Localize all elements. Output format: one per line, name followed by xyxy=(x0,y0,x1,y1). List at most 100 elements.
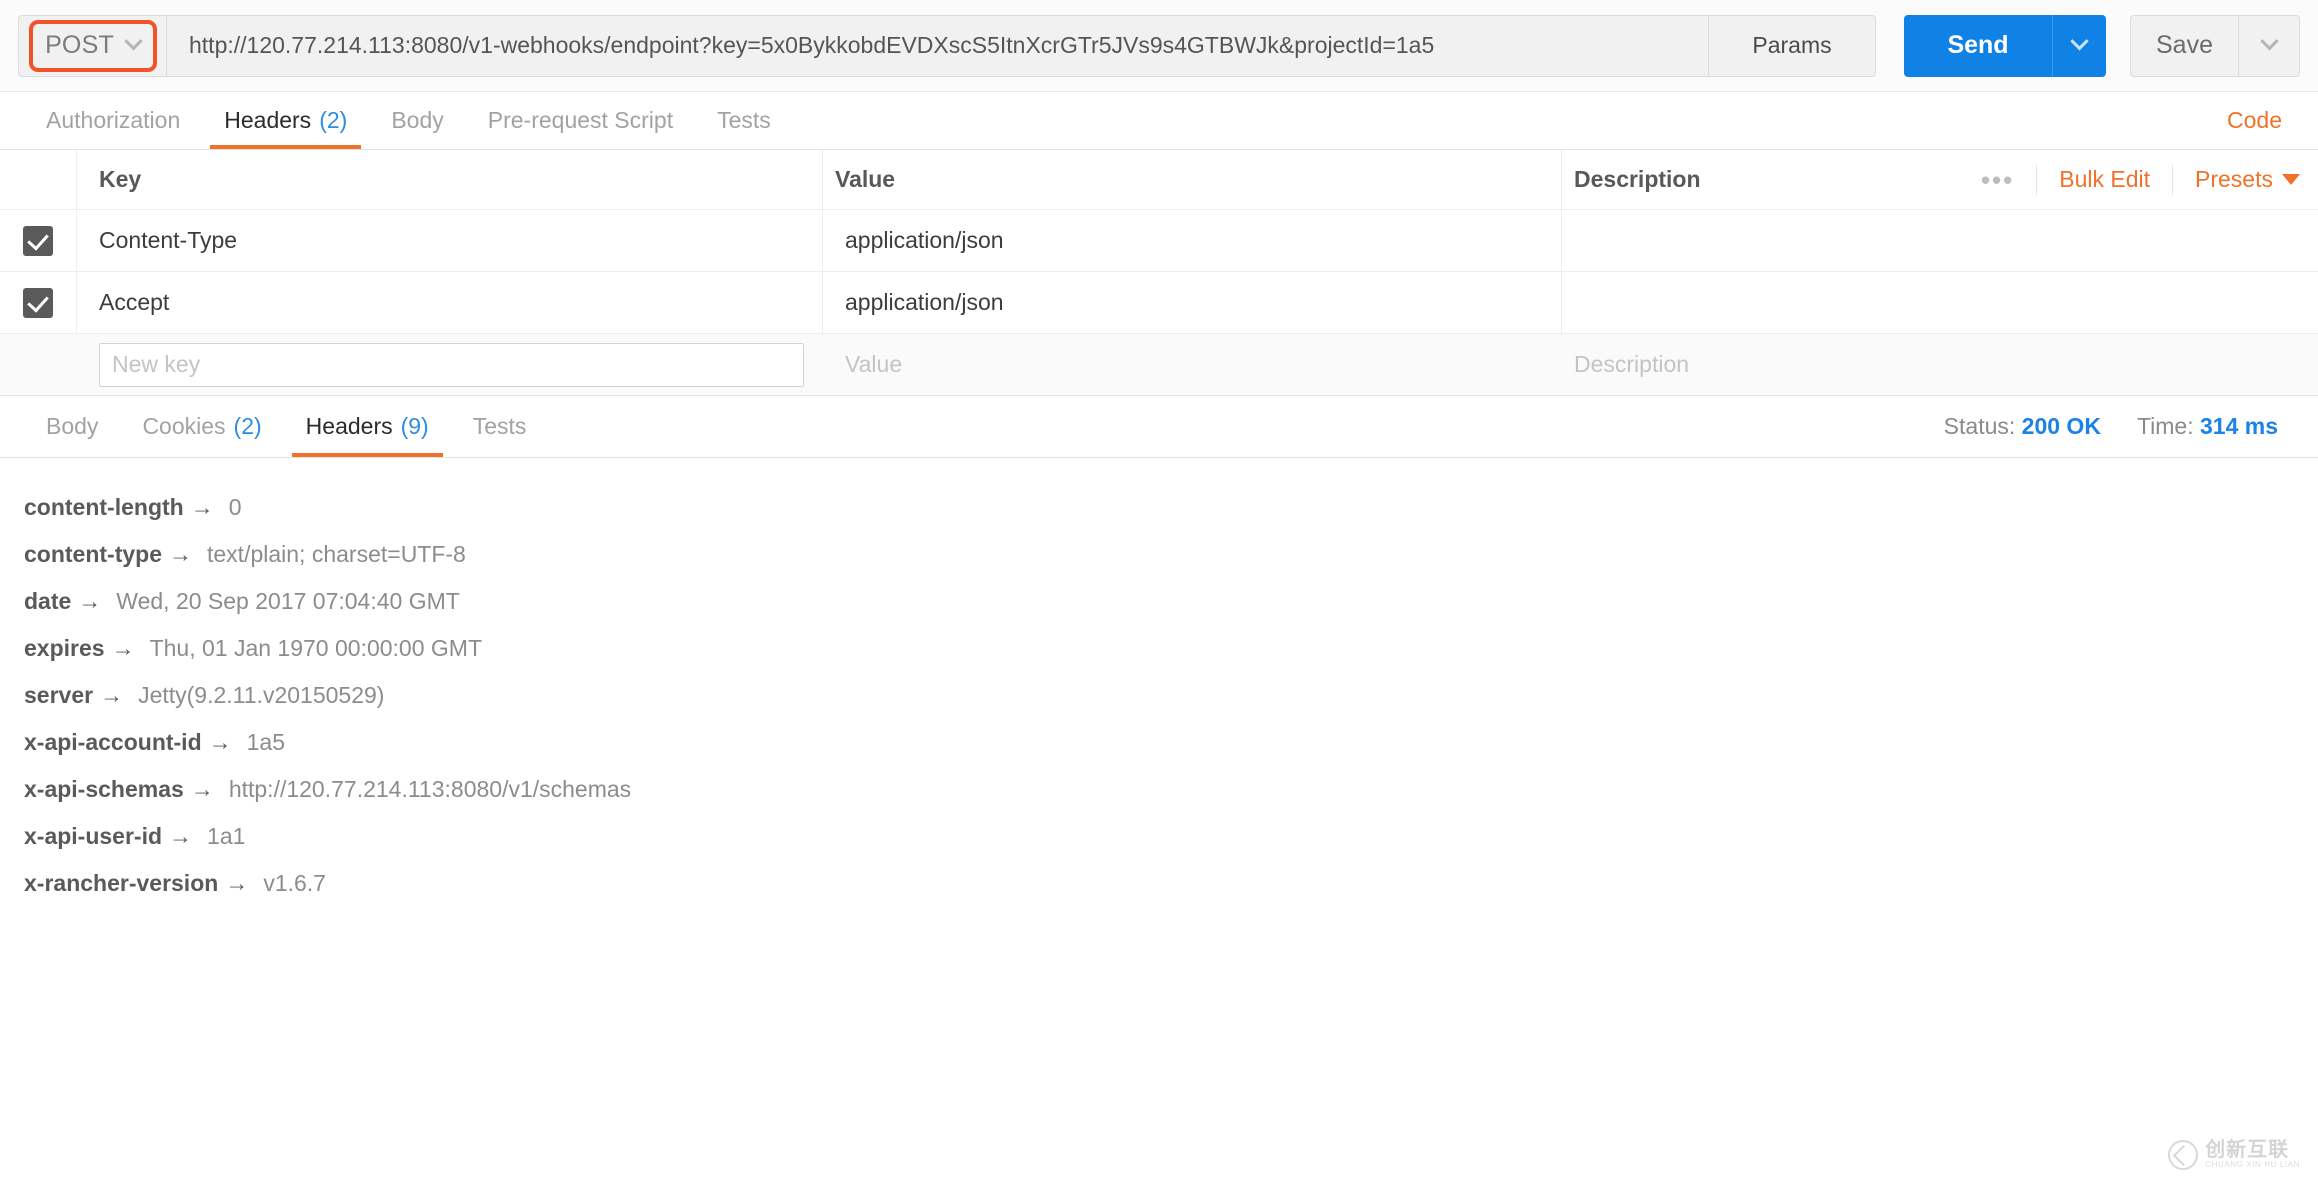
response-header-name: expires xyxy=(24,635,105,661)
send-button[interactable]: Send xyxy=(1904,14,2052,77)
status-group: Status: 200 OK xyxy=(1944,413,2101,440)
tab-label: Cookies xyxy=(142,413,226,439)
status-badge: 200 OK xyxy=(2021,413,2101,439)
header-value-cell[interactable]: application/json xyxy=(823,210,1562,271)
header-value-text: application/json xyxy=(845,289,1004,315)
watermark: 创新互联 CHUANG XIN HU LIAN xyxy=(2168,1140,2300,1170)
response-header-name: date xyxy=(24,588,72,614)
tab-tests[interactable]: Tests xyxy=(695,92,793,149)
code-link[interactable]: Code xyxy=(2227,92,2294,149)
tab-label: Headers xyxy=(305,413,393,439)
presets-dropdown[interactable]: Presets xyxy=(2173,165,2304,195)
tab-authorization[interactable]: Authorization xyxy=(24,92,202,149)
row-checkbox-cell[interactable] xyxy=(0,210,77,271)
more-options-icon[interactable]: ••• xyxy=(1959,164,2038,195)
new-header-row: New key Value Description xyxy=(0,334,2318,396)
response-tab-body[interactable]: Body xyxy=(24,396,120,457)
new-description-placeholder: Description xyxy=(1574,351,1690,377)
header-description-cell[interactable] xyxy=(1562,210,2318,271)
response-header-value: http://120.77.214.113:8080/v1/schemas xyxy=(228,776,632,802)
new-key-cell: New key xyxy=(77,334,823,395)
request-tab-bar: Authorization Headers (2) Body Pre-reque… xyxy=(0,92,2318,150)
save-button-group: Save xyxy=(2130,14,2300,77)
arrow-right-icon: → xyxy=(111,635,135,661)
checkbox-checked-icon[interactable] xyxy=(23,225,53,256)
new-key-input[interactable]: New key xyxy=(99,342,804,387)
tab-label: Tests xyxy=(717,107,771,133)
response-header-value: Thu, 01 Jan 1970 00:00:00 GMT xyxy=(149,635,482,661)
list-item: x-api-user-id → 1a1 xyxy=(24,823,2318,870)
list-item: server → Jetty(9.2.11.v20150529) xyxy=(24,682,2318,729)
list-item: x-api-account-id → 1a5 xyxy=(24,729,2318,776)
response-headers-list: content-length → 0 content-type → text/p… xyxy=(0,458,2318,917)
tab-body[interactable]: Body xyxy=(369,92,465,149)
new-row-checkbox-cell xyxy=(0,334,77,395)
response-header-value: 1a5 xyxy=(246,729,285,755)
chevron-down-icon xyxy=(2070,32,2089,51)
column-header-value: Value xyxy=(823,150,1562,209)
response-header-name: content-length xyxy=(24,494,184,520)
response-header-name: x-api-user-id xyxy=(24,823,163,849)
new-value-placeholder: Value xyxy=(845,351,903,377)
response-header-value: 1a1 xyxy=(207,823,246,849)
header-value-cell[interactable]: application/json xyxy=(823,272,1562,333)
response-tab-cookies[interactable]: Cookies (2) xyxy=(120,396,283,457)
method-selector[interactable]: POST xyxy=(28,19,157,72)
header-key-cell[interactable]: Content-Type xyxy=(77,210,823,271)
response-header-name: content-type xyxy=(24,541,162,567)
column-header-description: Description ••• Bulk Edit Presets xyxy=(1562,150,2318,209)
response-status-bar: Status: 200 OK Time: 314 ms xyxy=(1944,396,2294,457)
table-header-row: Key Value Description ••• Bulk Edit Pres… xyxy=(0,150,2318,210)
tab-label: Headers xyxy=(224,107,312,133)
response-header-value: v1.6.7 xyxy=(263,870,326,896)
url-input[interactable]: http://120.77.214.113:8080/v1-webhooks/e… xyxy=(166,14,1708,77)
header-key-cell[interactable]: Accept xyxy=(77,272,823,333)
save-button[interactable]: Save xyxy=(2130,14,2238,77)
list-item: x-rancher-version → v1.6.7 xyxy=(24,870,2318,917)
arrow-right-icon: → xyxy=(169,541,192,567)
response-tab-tests[interactable]: Tests xyxy=(451,396,549,457)
column-header-key: Key xyxy=(77,150,823,209)
send-options-button[interactable] xyxy=(2052,14,2106,77)
save-options-button[interactable] xyxy=(2238,14,2300,77)
tab-count: (2) xyxy=(233,413,262,439)
arrow-right-icon: → xyxy=(225,870,249,896)
arrow-right-icon: → xyxy=(208,729,232,755)
status-label: Status: xyxy=(1943,413,2016,439)
time-group: Time: 314 ms xyxy=(2137,413,2278,440)
tab-pre-request-script[interactable]: Pre-request Script xyxy=(466,92,695,149)
response-header-name: x-rancher-version xyxy=(24,870,219,896)
tab-count: (9) xyxy=(400,413,429,439)
arrow-right-icon: → xyxy=(100,682,124,708)
arrow-right-icon: → xyxy=(78,588,102,614)
header-description-cell[interactable] xyxy=(1562,272,2318,333)
caret-down-icon xyxy=(2282,174,2300,185)
new-key-placeholder: New key xyxy=(112,351,201,377)
column-header-description-label: Description xyxy=(1574,166,1701,192)
response-header-value: Jetty(9.2.11.v20150529) xyxy=(138,682,385,708)
response-tab-headers[interactable]: Headers (9) xyxy=(284,396,451,457)
response-header-value: Wed, 20 Sep 2017 07:04:40 GMT xyxy=(116,588,460,614)
response-tab-bar: Body Cookies (2) Headers (9) Tests Statu… xyxy=(0,396,2318,458)
checkbox-checked-icon[interactable] xyxy=(23,287,53,318)
tab-headers[interactable]: Headers (2) xyxy=(202,92,369,149)
list-item: date → Wed, 20 Sep 2017 07:04:40 GMT xyxy=(24,588,2318,635)
new-description-cell[interactable]: Description xyxy=(1562,334,2318,395)
list-item: x-api-schemas → http://120.77.214.113:80… xyxy=(24,776,2318,823)
list-item: content-length → 0 xyxy=(24,494,2318,541)
send-button-group: Send xyxy=(1904,14,2106,77)
arrow-right-icon: → xyxy=(190,494,214,520)
bulk-edit-button[interactable]: Bulk Edit xyxy=(2037,164,2174,195)
tab-count: (2) xyxy=(319,107,348,133)
presets-label: Presets xyxy=(2195,166,2273,192)
headers-table-actions: ••• Bulk Edit Presets xyxy=(1959,150,2318,209)
response-header-value: 0 xyxy=(228,494,242,520)
tab-label: Body xyxy=(391,107,444,133)
params-button[interactable]: Params xyxy=(1708,14,1876,77)
list-item: content-type → text/plain; charset=UTF-8 xyxy=(24,541,2318,588)
watermark-cn: 创新互联 xyxy=(2205,1139,2290,1162)
select-all-cell xyxy=(0,150,77,209)
table-row: Accept application/json xyxy=(0,272,2318,334)
new-value-cell[interactable]: Value xyxy=(823,334,1562,395)
row-checkbox-cell[interactable] xyxy=(0,272,77,333)
